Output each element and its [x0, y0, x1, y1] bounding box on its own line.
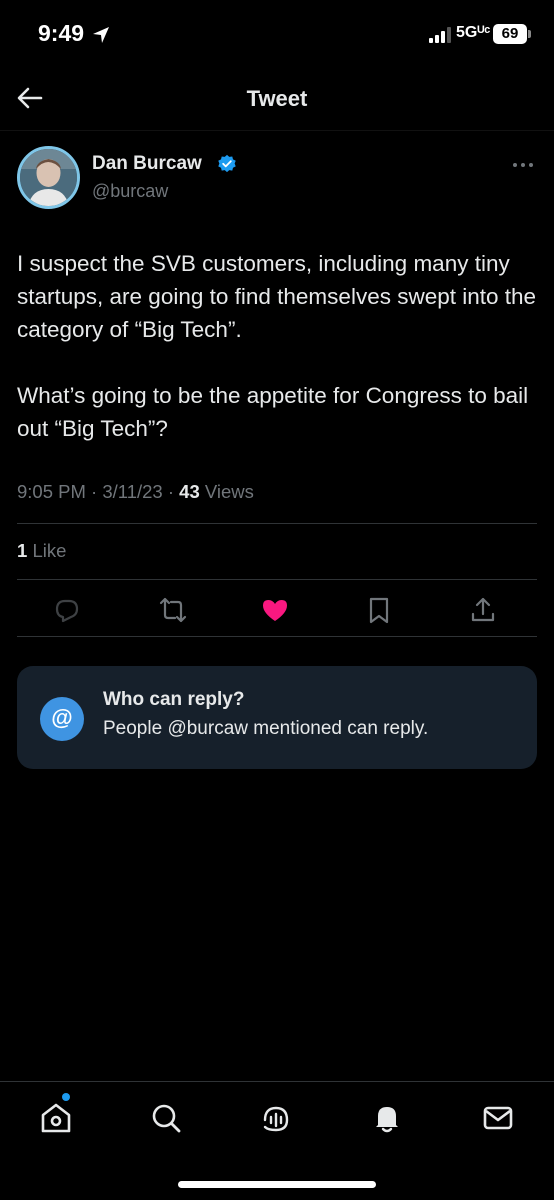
retweet-icon[interactable]: [158, 595, 188, 625]
likes-count: 1: [17, 540, 28, 561]
tweet-text: I suspect the SVB customers, including m…: [17, 251, 537, 441]
meta-separator: ·: [167, 481, 180, 502]
messages-icon[interactable]: [480, 1100, 516, 1136]
like-icon[interactable]: [260, 595, 290, 625]
reply-settings-title: Who can reply?: [103, 689, 245, 710]
at-sign-icon: @: [40, 697, 84, 741]
more-options-icon[interactable]: [510, 155, 536, 175]
search-icon[interactable]: [148, 1100, 184, 1136]
home-notification-dot: [62, 1093, 70, 1101]
divider: [17, 579, 537, 580]
who-can-reply-card: @ Who can reply? People @burcaw mentione…: [17, 666, 537, 769]
battery-icon: 69: [493, 24, 527, 44]
views-label: Views: [204, 481, 254, 502]
likes-label: Like: [32, 540, 67, 561]
author-handle[interactable]: @burcaw: [92, 181, 168, 202]
signal-icon: [429, 27, 451, 43]
likes-summary[interactable]: 1 Like: [17, 540, 66, 562]
status-bar: 9:49 5Gᵁᶜ 69: [0, 0, 554, 66]
tweet-date[interactable]: 3/11/23: [102, 481, 162, 502]
bookmark-icon[interactable]: [364, 595, 394, 625]
page-title: Tweet: [246, 86, 308, 111]
avatar[interactable]: [17, 146, 80, 209]
home-indicator: [178, 1181, 376, 1188]
tweet-time: 9:05 PM: [17, 481, 86, 502]
notifications-icon[interactable]: [369, 1100, 405, 1136]
verified-badge-icon: [218, 154, 236, 173]
divider: [17, 523, 537, 524]
home-icon[interactable]: [38, 1100, 74, 1136]
battery-tip: [528, 30, 531, 38]
tweet-meta: 9:05 PM · 3/11/23 · 43 Views: [17, 481, 254, 503]
location-arrow-icon: [93, 27, 109, 43]
reply-icon[interactable]: [52, 595, 82, 625]
status-time: 9:49: [38, 20, 85, 46]
nav-header: Tweet: [0, 66, 554, 130]
meta-separator: ·: [91, 481, 103, 502]
author-name[interactable]: Dan Burcaw: [92, 153, 202, 175]
divider: [17, 636, 537, 637]
header-divider: [0, 130, 554, 131]
spaces-icon[interactable]: [258, 1100, 294, 1136]
views-count: 43: [179, 481, 200, 502]
avatar-image: [20, 149, 77, 206]
network-label: 5Gᵁᶜ: [456, 24, 491, 41]
reply-settings-description: People @burcaw mentioned can reply.: [103, 718, 429, 739]
share-icon[interactable]: [468, 595, 498, 625]
